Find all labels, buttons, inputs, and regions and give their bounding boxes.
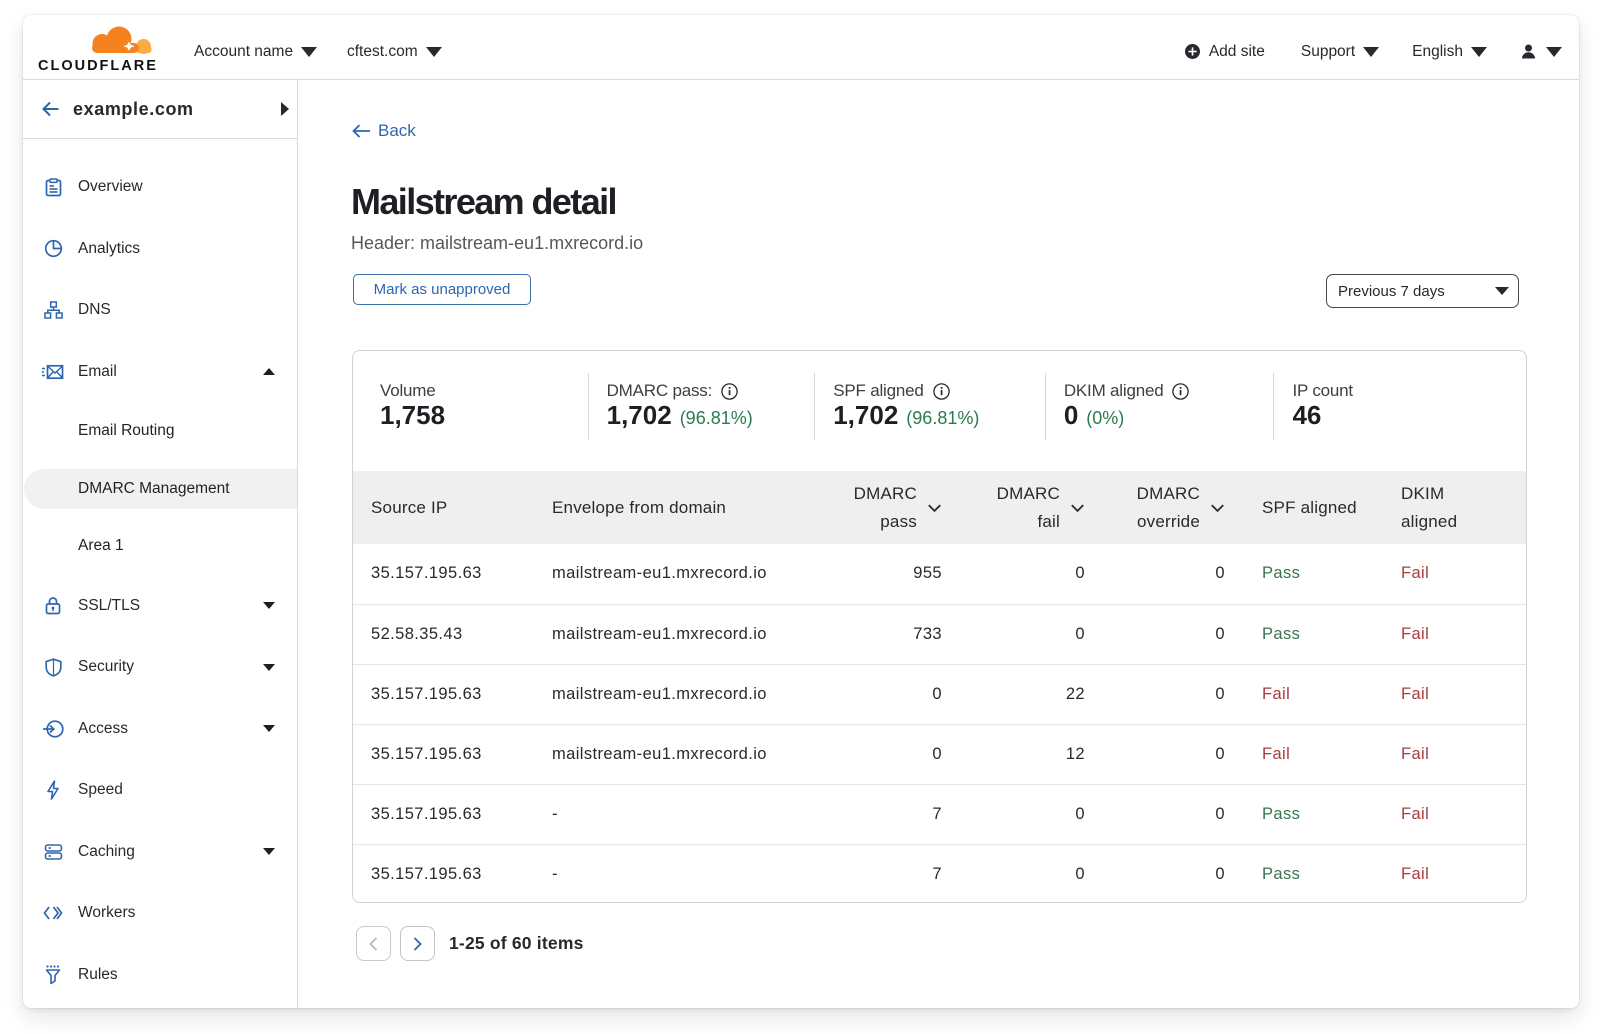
svg-text:CLOUDFLARE: CLOUDFLARE: [38, 58, 158, 74]
